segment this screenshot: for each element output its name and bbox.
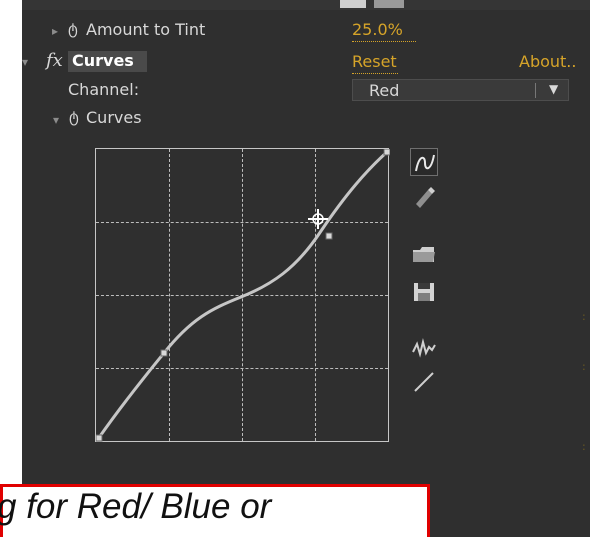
caption-text: g for Red/ Blue or — [0, 487, 272, 526]
fx-icon[interactable]: fx — [46, 50, 63, 71]
value-underline — [352, 41, 416, 42]
tone-curve[interactable] — [96, 149, 390, 440]
curve-graph[interactable] — [95, 148, 390, 442]
expand-triangle-icon[interactable]: ▸ — [52, 24, 58, 38]
top-button[interactable] — [340, 0, 366, 8]
diagonal-line-icon — [414, 372, 434, 392]
reset-link[interactable]: Reset — [352, 52, 397, 71]
control-point[interactable] — [96, 434, 103, 442]
chevron-down-icon[interactable]: ▼ — [549, 82, 558, 96]
folder-icon — [413, 247, 435, 262]
control-point[interactable] — [160, 349, 168, 357]
channel-select-value: Red — [369, 81, 400, 100]
amount-to-tint-label: Amount to Tint — [86, 20, 206, 39]
collapse-triangle-icon[interactable]: ▾ — [53, 113, 59, 127]
curve-svg — [96, 149, 390, 442]
save-icon — [414, 283, 434, 301]
top-strip — [22, 0, 590, 10]
control-point[interactable] — [325, 232, 333, 240]
pencil-icon — [416, 187, 435, 208]
channel-select[interactable]: Red ▼ — [352, 79, 569, 101]
effect-controls-panel: ▸ ტ Amount to Tint 25.0% ▾ fx Curves Res… — [0, 0, 590, 537]
open-folder-button[interactable] — [410, 240, 438, 268]
left-margin — [0, 0, 22, 537]
stopwatch-icon[interactable]: ტ — [68, 20, 78, 38]
about-link[interactable]: About.. — [519, 52, 576, 71]
top-button[interactable] — [374, 0, 404, 8]
control-point[interactable] — [383, 149, 390, 156]
select-divider — [535, 83, 536, 98]
reset-underline — [352, 73, 398, 74]
stopwatch-icon[interactable]: ტ — [69, 108, 79, 126]
effect-name[interactable]: Curves — [72, 51, 134, 70]
caption-box: g for Red/ Blue or — [0, 484, 430, 537]
bezier-curve-icon — [415, 154, 435, 172]
bezier-tool[interactable] — [410, 148, 438, 176]
channel-label: Channel: — [68, 80, 140, 99]
amount-to-tint-value[interactable]: 25.0% — [352, 20, 403, 39]
smooth-tool[interactable] — [410, 334, 438, 362]
waveform-icon — [412, 338, 436, 358]
pencil-tool[interactable] — [410, 182, 438, 210]
curves-section-label: Curves — [86, 108, 142, 127]
save-button[interactable] — [410, 278, 438, 306]
reset-linear-tool[interactable] — [410, 368, 438, 396]
collapse-triangle-icon[interactable]: ▾ — [22, 55, 28, 69]
